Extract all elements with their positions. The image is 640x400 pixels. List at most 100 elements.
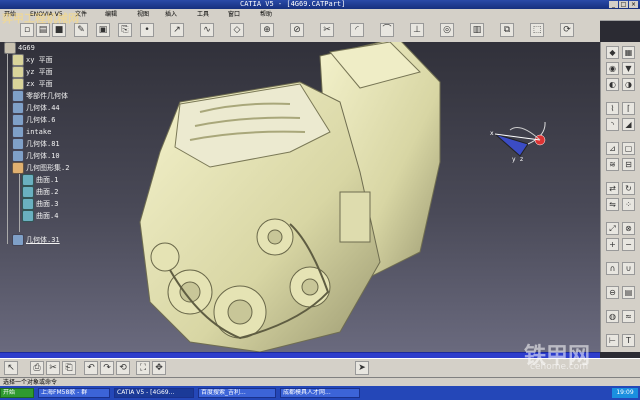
point-icon[interactable]: •	[140, 23, 154, 37]
taskbar-item[interactable]: 上海FM58歌 - 群	[38, 388, 110, 398]
geoset-icon	[12, 162, 24, 174]
measure-icon[interactable]: ⊥	[410, 23, 424, 37]
tree-item[interactable]: 曲面.3	[22, 198, 58, 210]
tree-item[interactable]: 零部件几何体	[12, 90, 68, 102]
print-icon[interactable]: ⎙	[30, 361, 44, 375]
rib-icon[interactable]: ⌇	[606, 102, 619, 115]
shaft-icon[interactable]: ◐	[606, 78, 619, 91]
plane-tool-icon[interactable]: ◇	[230, 23, 244, 37]
annotation-icon[interactable]: T	[622, 334, 635, 347]
split-icon[interactable]: ⊘	[290, 23, 304, 37]
maximize-button[interactable]: □	[619, 1, 628, 8]
compass-y-label: y	[512, 156, 516, 163]
windows-taskbar: 开始 上海FM58歌 - 群 CATIA V5 - [4G69... 百度搜索_…	[0, 386, 640, 400]
translate-icon[interactable]: ⇄	[606, 182, 619, 195]
body-icon	[12, 90, 24, 102]
start-button[interactable]: 开始	[0, 388, 34, 398]
undo-icon[interactable]: ↶	[84, 361, 98, 375]
axis-icon[interactable]: ↗	[170, 23, 184, 37]
remove-face-icon[interactable]: ⊟	[622, 158, 635, 171]
constraint-icon[interactable]: ⊢	[606, 334, 619, 347]
pad-icon[interactable]: ▣	[96, 23, 110, 37]
repeat-icon[interactable]: ⟳	[560, 23, 574, 37]
material-icon[interactable]: ▦	[622, 46, 635, 59]
intersect-icon[interactable]: ∩	[606, 262, 619, 275]
tree-item[interactable]: 几何体.81	[12, 138, 60, 150]
groove-icon[interactable]: ◑	[622, 78, 635, 91]
hole-icon[interactable]: ◉	[606, 62, 619, 75]
tree-item[interactable]: 曲面.4	[22, 210, 58, 222]
sew-surface-icon[interactable]: ≈	[622, 310, 635, 323]
offset-icon[interactable]: ⧉	[500, 23, 514, 37]
pan-icon[interactable]: ✥	[152, 361, 166, 375]
tree-item[interactable]: 几何体.6	[12, 114, 55, 126]
3d-viewport[interactable]: x y z 4G69 xy 平面 yz 平面 zx 平面 零部件几何体 几何体.…	[0, 42, 600, 352]
rotate-icon[interactable]: ↻	[622, 182, 635, 195]
mirror-icon[interactable]: ⇋	[606, 198, 619, 211]
tree-item[interactable]: xy 平面	[12, 54, 53, 66]
tree-item[interactable]: 几何体.10	[12, 150, 60, 162]
boolean-icon[interactable]: ⊗	[622, 222, 635, 235]
menu-tools[interactable]: 工具	[197, 10, 209, 19]
trim-icon[interactable]: ✂	[320, 23, 334, 37]
tree-item[interactable]: 几何图形集.2	[12, 162, 69, 174]
scale-icon[interactable]: ⤢	[606, 222, 619, 235]
tree-item[interactable]: 几何体.44	[12, 102, 60, 114]
close-surface-icon[interactable]: ◍	[606, 310, 619, 323]
shell-icon[interactable]: ▢	[622, 142, 635, 155]
select-icon[interactable]: ↖	[4, 361, 18, 375]
join-icon[interactable]: ⊕	[260, 23, 274, 37]
tree-item[interactable]: zx 平面	[12, 78, 53, 90]
menu-window[interactable]: 窗口	[228, 10, 240, 19]
close-button[interactable]: ×	[629, 1, 638, 8]
engine-model[interactable]	[0, 42, 600, 352]
cut-icon[interactable]: ✂	[46, 361, 60, 375]
taskbar-item[interactable]: 成都模具人才网...	[280, 388, 360, 398]
tree-item[interactable]: 几何体.31	[12, 234, 60, 246]
menu-edit[interactable]: 编辑	[105, 10, 117, 19]
chamfer-icon[interactable]: ◢	[622, 118, 635, 131]
spline-icon[interactable]: ∿	[200, 23, 214, 37]
surface-split-icon[interactable]: ⊖	[606, 286, 619, 299]
copy-icon[interactable]: ⎘	[118, 23, 132, 37]
paste-icon[interactable]: ⎗	[62, 361, 76, 375]
surface-icon	[22, 174, 34, 186]
body-icon	[12, 234, 24, 246]
tree-root[interactable]: 4G69	[4, 42, 35, 54]
compass-x-label: x	[490, 130, 494, 137]
pattern-icon[interactable]: ⁘	[622, 198, 635, 211]
fillet-icon[interactable]: ◜	[350, 23, 364, 37]
menu-insert[interactable]: 插入	[165, 10, 177, 19]
tree-item[interactable]: intake	[12, 126, 51, 138]
update-icon[interactable]: ⟲	[116, 361, 130, 375]
fit-all-icon[interactable]: ⛶	[136, 361, 150, 375]
minimize-button[interactable]: _	[609, 1, 618, 8]
extract-icon[interactable]: ⬚	[530, 23, 544, 37]
add-icon[interactable]: +	[606, 238, 619, 251]
menu-help[interactable]: 帮助	[260, 10, 272, 19]
draft-icon[interactable]: ⊿	[606, 142, 619, 155]
remove-icon[interactable]: −	[622, 238, 635, 251]
tree-item[interactable]: 曲面.1	[22, 174, 58, 186]
window-titlebar: CATIA V5 - [4G69.CATPart] _ □ ×	[0, 0, 640, 9]
tree-item[interactable]: yz 平面	[12, 66, 53, 78]
thick-surface-icon[interactable]: ▤	[622, 286, 635, 299]
watermark-top-left: 弈甲工程机械网	[2, 12, 79, 25]
tree-item[interactable]: 曲面.2	[22, 186, 58, 198]
pocket-icon[interactable]: ▼	[622, 62, 635, 75]
edge-fillet-icon[interactable]: ◝	[606, 118, 619, 131]
redo-icon[interactable]: ↷	[100, 361, 114, 375]
slot-icon[interactable]: ⌈	[622, 102, 635, 115]
analysis-icon[interactable]: ◎	[440, 23, 454, 37]
union-trim-icon[interactable]: ∪	[622, 262, 635, 275]
menu-view[interactable]: 视图	[137, 10, 149, 19]
workbench-icon[interactable]: ◆	[606, 46, 619, 59]
window-title: CATIA V5 - [4G69.CATPart]	[240, 0, 346, 8]
taskbar-item[interactable]: 百度搜索_吉利...	[198, 388, 276, 398]
tree-branch-line	[7, 54, 8, 244]
plane-icon	[12, 54, 24, 66]
thickness-icon[interactable]: ▥	[470, 23, 484, 37]
sweep-icon[interactable]: ⌒	[380, 23, 394, 37]
taskbar-item-active[interactable]: CATIA V5 - [4G69...	[114, 388, 194, 398]
thread-icon[interactable]: ≋	[606, 158, 619, 171]
